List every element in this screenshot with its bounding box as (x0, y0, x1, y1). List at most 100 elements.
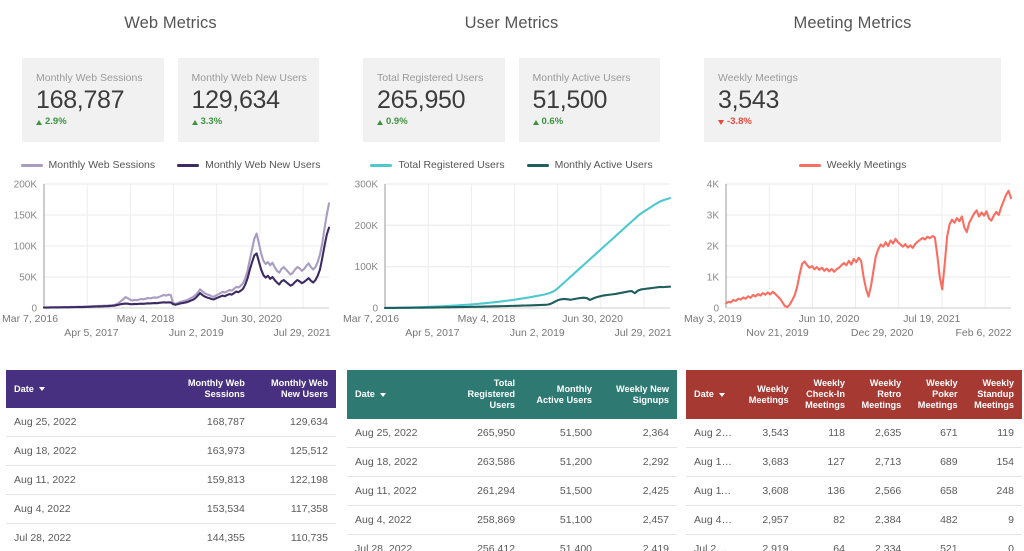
cell-3: 2,457 (600, 506, 677, 535)
table-row[interactable]: Aug 25, 2022265,95051,5002,364 (347, 419, 677, 448)
sort-caret-icon[interactable] (39, 387, 45, 391)
legend-item[interactable]: Total Registered Users (370, 159, 504, 171)
table-row[interactable]: Aug 11, 2022261,29451,5002,425 (347, 477, 677, 506)
svg-text:2K: 2K (707, 242, 720, 253)
cell-3: 2,566 (853, 477, 909, 506)
cell-1: 265,950 (446, 419, 523, 448)
legend-item[interactable]: Monthly Web Sessions (21, 159, 156, 171)
svg-text:150K: 150K (14, 211, 38, 222)
column-header-1[interactable]: Monthly Web Sessions (170, 370, 253, 408)
table-row[interactable]: Aug 4, 2022258,86951,1002,457 (347, 506, 677, 535)
table-row[interactable]: Jul 28, 2022144,355110,735 (6, 524, 336, 551)
cell-4: 521 (909, 535, 965, 551)
cell-1: 3,683 (740, 448, 796, 477)
table-row[interactable]: Aug 18, 2022163,973125,512 (6, 437, 336, 466)
cell-2: 117,358 (253, 495, 336, 524)
column-header-5[interactable]: Weekly Standup Meetings (966, 370, 1022, 419)
kpi-row-user: Total Registered Users265,9500.9%Monthly… (363, 58, 660, 142)
kpi-card-meet-0[interactable]: Weekly Meetings3,543-3.8% (704, 58, 1001, 142)
column-header-label: Weekly Standup Meetings (974, 378, 1014, 410)
chart-web[interactable]: 050K100K150K200KMar 7, 2016Apr 5, 2017Ma… (0, 176, 341, 354)
cell-0: Aug 18, 2022 (6, 437, 170, 466)
kpi-card-user-0[interactable]: Total Registered Users265,9500.9% (363, 58, 505, 142)
column-header-0[interactable]: Date (6, 370, 170, 408)
kpi-delta: -3.8% (718, 115, 1001, 129)
kpi-value: 129,634 (192, 85, 320, 115)
column-header-label: Date (14, 384, 34, 394)
cell-5: 119 (966, 419, 1022, 448)
column-header-2[interactable]: Monthly Active Users (523, 370, 600, 419)
column-header-2[interactable]: Weekly Check-In Meetings (797, 370, 853, 419)
kpi-row-web: Monthly Web Sessions168,7872.9%Monthly W… (22, 58, 319, 142)
kpi-delta: 0.9% (377, 115, 505, 129)
table-row[interactable]: Aug 11,...3,6081362,566658248 (686, 477, 1022, 506)
cell-2: 122,198 (253, 466, 336, 495)
column-header-1[interactable]: Total Registered Users (446, 370, 523, 419)
table-row[interactable]: Aug 4, 2022153,534117,358 (6, 495, 336, 524)
svg-text:50K: 50K (19, 273, 37, 284)
table-row[interactable]: Jul 28, ...2,919642,3345210 (686, 535, 1022, 551)
table-row[interactable]: Aug 4, ...2,957822,3844829 (686, 506, 1022, 535)
legend-swatch-icon (21, 164, 43, 167)
svg-text:Jul 19, 2021: Jul 19, 2021 (903, 313, 960, 325)
table-user: DateTotal Registered UsersMonthly Active… (347, 370, 677, 551)
column-header-2[interactable]: Monthly Web New Users (253, 370, 336, 408)
kpi-delta-value: 0.9% (386, 115, 408, 129)
cell-0: Jul 28, 2022 (6, 524, 170, 551)
cell-1: 159,813 (170, 466, 253, 495)
cell-1: 3,543 (740, 419, 796, 448)
kpi-card-web-1[interactable]: Monthly Web New Users129,6343.3% (178, 58, 320, 142)
sort-caret-icon[interactable] (719, 393, 725, 397)
kpi-card-web-0[interactable]: Monthly Web Sessions168,7872.9% (22, 58, 164, 142)
table-row[interactable]: Jul 28, 2022256,41251,4002,419 (347, 535, 677, 551)
legend-swatch-icon (799, 164, 821, 167)
column-header-4[interactable]: Weekly Poker Meetings (909, 370, 965, 419)
arrow-down-icon (718, 120, 724, 125)
column-header-1[interactable]: Weekly Meetings (740, 370, 796, 419)
chart-user[interactable]: 0100K200K300KMar 7, 2016Apr 5, 2017May 4… (341, 176, 682, 354)
cell-1: 163,973 (170, 437, 253, 466)
legend-item[interactable]: Weekly Meetings (799, 159, 907, 171)
chart-meet[interactable]: 01K2K3K4KMay 3, 2019Nov 21, 2019Jun 10, … (682, 176, 1023, 354)
legend-item[interactable]: Monthly Web New Users (177, 159, 320, 171)
table-row[interactable]: Aug 11, 2022159,813122,198 (6, 466, 336, 495)
cell-3: 2,292 (600, 448, 677, 477)
column-header-label: Monthly Web New Users (271, 378, 328, 399)
column-header-0[interactable]: Date (347, 370, 446, 419)
sort-caret-icon[interactable] (380, 393, 386, 397)
svg-text:May 3, 2019: May 3, 2019 (684, 313, 742, 325)
column-header-3[interactable]: Weekly New Signups (600, 370, 677, 419)
cell-2: 129,634 (253, 408, 336, 437)
cell-3: 2,419 (600, 535, 677, 551)
table-row[interactable]: Aug 18, 2022263,58651,2002,292 (347, 448, 677, 477)
column-header-3[interactable]: Weekly Retro Meetings (853, 370, 909, 419)
column-header-0[interactable]: Date (686, 370, 740, 419)
kpi-delta: 3.3% (192, 115, 320, 129)
legend-swatch-icon (370, 164, 392, 167)
cell-4: 658 (909, 477, 965, 506)
table-row[interactable]: Aug 25,...3,5431182,635671119 (686, 419, 1022, 448)
cell-2: 51,500 (523, 419, 600, 448)
kpi-delta-value: -3.8% (727, 115, 752, 129)
table-row[interactable]: Aug 18,...3,6831272,713689154 (686, 448, 1022, 477)
column-header-label: Weekly Check-In Meetings (805, 378, 845, 410)
cell-2: 64 (797, 535, 853, 551)
svg-text:May 4, 2018: May 4, 2018 (117, 313, 175, 325)
cell-0: Aug 25, 2022 (347, 419, 446, 448)
cell-2: 125,512 (253, 437, 336, 466)
kpi-label: Monthly Web Sessions (36, 72, 164, 85)
panel-meet: Meeting MetricsWeekly Meetings3,543-3.8%… (682, 0, 1023, 551)
kpi-card-user-1[interactable]: Monthly Active Users51,5000.6% (519, 58, 661, 142)
chart-legend-meet: Weekly Meetings (682, 159, 1023, 171)
table-row[interactable]: Aug 25, 2022168,787129,634 (6, 408, 336, 437)
legend-item[interactable]: Monthly Active Users (527, 159, 653, 171)
cell-1: 153,534 (170, 495, 253, 524)
kpi-value: 168,787 (36, 85, 164, 115)
cell-3: 2,334 (853, 535, 909, 551)
svg-text:Jun 2, 2019: Jun 2, 2019 (169, 327, 224, 339)
column-header-label: Weekly Poker Meetings (918, 378, 958, 410)
legend-swatch-icon (527, 164, 549, 167)
cell-1: 2,957 (740, 506, 796, 535)
cell-1: 256,412 (446, 535, 523, 551)
svg-text:Jun 10, 2020: Jun 10, 2020 (799, 313, 860, 325)
